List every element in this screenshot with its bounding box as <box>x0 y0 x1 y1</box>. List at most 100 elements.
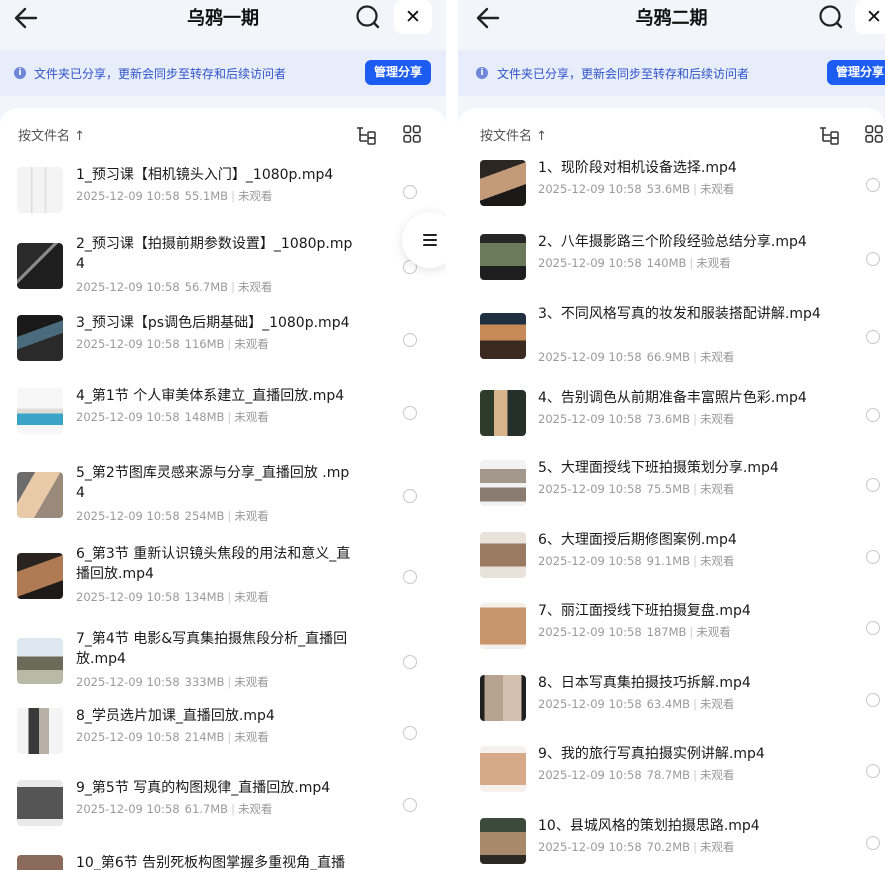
select-radio[interactable] <box>403 570 417 584</box>
select-radio[interactable] <box>866 408 880 422</box>
file-list-item[interactable]: 5_第2节图库灵感来源与分享_直播回放 .mp4 2025-12-09 10:58… <box>0 463 446 529</box>
file-list-item[interactable]: 1、现阶段对相机设备选择.mp4 2025-12-09 10:58 53.6MB | 未… <box>458 158 885 206</box>
file-size: 134MB <box>184 590 225 604</box>
file-size: 148MB <box>184 410 225 424</box>
sort-row: 按文件名 ↑ <box>0 122 446 146</box>
manage-share-button[interactable]: 管理分享 <box>827 60 885 85</box>
meta-separator: | <box>693 697 697 711</box>
grid-view-icon[interactable] <box>864 124 884 144</box>
sort-by-name-button[interactable]: 按文件名 ↑ <box>18 125 85 144</box>
file-list-item[interactable]: 3、不同风格写真的妆发和服装搭配讲解.mp4 2025-12-09 10:58 66… <box>458 304 885 370</box>
select-radio[interactable] <box>403 333 417 347</box>
video-thumbnail <box>17 167 63 213</box>
meta-separator: | <box>693 182 697 196</box>
select-radio[interactable] <box>866 550 880 564</box>
file-list-item[interactable]: 9_第5节 写真的构图规律_直播回放.mp4 2025-12-09 10:58 61… <box>0 778 446 826</box>
share-banner: i 文件夹已分享，更新会同步至转存和后续访问者 管理分享 <box>458 50 885 96</box>
file-list-item[interactable]: 6、大理面授后期修图案例.mp4 2025-12-09 10:58 91.1MB | 未… <box>458 530 885 578</box>
meta-separator: | <box>227 410 232 424</box>
file-date: 2025-12-09 10:58 <box>76 509 180 523</box>
select-radio[interactable] <box>866 764 880 778</box>
file-list-item[interactable]: 2、八年摄影路三个阶段经验总结分享.mp4 2025-12-09 10:58 140… <box>458 232 885 280</box>
file-list-item[interactable]: 3_预习课【ps调色后期基础】_1080p.mp4 2025-12-09 10:5… <box>0 313 446 361</box>
file-list-item[interactable]: 7_第4节 电影&写真集拍摄焦段分析_直播回放.mp4 2025-12-09 10… <box>0 629 446 695</box>
sort-by-name-button[interactable]: 按文件名 ↑ <box>480 125 547 144</box>
meta-separator: | <box>693 554 697 568</box>
file-meta: 2025-12-09 10:58 73.6MB | 未观看 <box>538 411 734 427</box>
close-button[interactable]: ✕ <box>855 0 885 34</box>
tree-view-icon[interactable] <box>355 124 377 146</box>
file-name: 10_第6节 告别死板构图掌握多重视角_直播 <box>76 855 346 870</box>
file-list-item[interactable]: 10、县城风格的策划拍摄思路.mp4 2025-12-09 10:58 70.2MB… <box>458 816 885 864</box>
select-radio[interactable] <box>866 178 880 192</box>
watch-status: 未观看 <box>699 554 735 568</box>
top-bar: 乌鸦二期 ✕ <box>458 0 885 48</box>
watch-status: 未观看 <box>234 337 269 351</box>
select-radio[interactable] <box>866 478 880 492</box>
menu-icon <box>423 234 437 246</box>
file-size: 78.7MB <box>646 768 691 782</box>
file-list-item[interactable]: 5、大理面授线下班拍摄策划分享.mp4 2025-12-09 10:58 75.5M… <box>458 458 885 506</box>
file-meta: 2025-12-09 10:58 78.7MB | 未观看 <box>538 767 734 783</box>
file-list-item[interactable]: 8、日本写真集拍摄技巧拆解.mp4 2025-12-09 10:58 63.4MB |… <box>458 673 885 721</box>
file-date: 2025-12-09 10:58 <box>76 730 180 744</box>
folder-panel-left: 乌鸦一期 ✕ i 文件夹已分享，更新会同步至转存和后续访问者 管理分享 按文件名… <box>0 0 446 870</box>
meta-separator: | <box>227 730 232 744</box>
file-name: 3、不同风格写真的妆发和服装搭配讲解.mp4 <box>538 306 821 322</box>
file-date: 2025-12-09 10:58 <box>538 482 642 496</box>
select-radio[interactable] <box>403 726 417 740</box>
select-radio[interactable] <box>403 185 417 199</box>
search-icon[interactable] <box>355 4 381 30</box>
file-list-item[interactable]: 8_学员选片加课_直播回放.mp4 2025-12-09 10:58 214MB | 未… <box>0 706 446 754</box>
select-radio[interactable] <box>403 655 417 669</box>
select-radio[interactable] <box>403 489 417 503</box>
file-list-item[interactable]: 6_第3节 重新认识镜头焦段的用法和意义_直播回放.mp4 2025-12-09 … <box>0 544 446 610</box>
file-list-item[interactable]: 4、告别调色从前期准备丰富照片色彩.mp4 2025-12-09 10:58 73.… <box>458 388 885 436</box>
sort-row: 按文件名 ↑ <box>458 122 885 146</box>
file-date: 2025-12-09 10:58 <box>538 350 642 364</box>
watch-status: 未观看 <box>234 590 269 604</box>
file-name: 1_预习课【相机镜头入门】_1080p.mp4 <box>76 167 334 183</box>
grid-view-icon[interactable] <box>402 124 422 144</box>
file-meta: 2025-12-09 10:58 53.6MB | 未观看 <box>538 181 734 197</box>
share-notice: 文件夹已分享，更新会同步至转存和后续访问者 <box>497 67 750 81</box>
video-thumbnail <box>17 243 63 289</box>
file-date: 2025-12-09 10:58 <box>538 840 642 854</box>
select-radio[interactable] <box>403 406 417 420</box>
watch-status: 未观看 <box>234 675 269 689</box>
file-list-item[interactable]: 9、我的旅行写真拍摄实例讲解.mp4 2025-12-09 10:58 78.7MB… <box>458 744 885 792</box>
watch-status: 未观看 <box>699 768 735 782</box>
file-list-item[interactable]: 7、丽江面授线下班拍摄复盘.mp4 2025-12-09 10:58 187MB | 未… <box>458 601 885 649</box>
file-list-item[interactable]: 2_预习课【拍摄前期参数设置】_1080p.mp4 2025-12-09 10:5… <box>0 234 446 300</box>
file-name: 5_第2节图库灵感来源与分享_直播回放 .mp4 <box>76 465 350 501</box>
search-icon[interactable] <box>818 4 844 30</box>
video-thumbnail <box>480 746 526 792</box>
file-list-item[interactable]: 1_预习课【相机镜头入门】_1080p.mp4 2025-12-09 10:58 5… <box>0 165 446 213</box>
file-meta: 2025-12-09 10:58 56.7MB | 未观看 <box>76 279 272 295</box>
file-list-item[interactable]: 10_第6节 告别死板构图掌握多重视角_直播 <box>0 853 446 870</box>
close-icon: ✕ <box>405 6 421 28</box>
file-name: 3_预习课【ps调色后期基础】_1080p.mp4 <box>76 315 350 331</box>
file-meta: 2025-12-09 10:58 91.1MB | 未观看 <box>538 553 734 569</box>
top-bar: 乌鸦一期 ✕ <box>0 0 446 48</box>
select-radio[interactable] <box>866 836 880 850</box>
video-thumbnail <box>17 472 63 518</box>
tree-view-icon[interactable] <box>818 124 840 146</box>
select-radio[interactable] <box>403 798 417 812</box>
video-thumbnail <box>17 638 63 684</box>
file-size: 56.7MB <box>184 280 229 294</box>
select-radio[interactable] <box>866 693 880 707</box>
video-thumbnail <box>480 234 526 280</box>
file-list-item[interactable]: 4_第1节 个人审美体系建立_直播回放.mp4 2025-12-09 10:58 1… <box>0 386 446 434</box>
watch-status: 未观看 <box>234 730 269 744</box>
select-radio[interactable] <box>866 330 880 344</box>
manage-share-button[interactable]: 管理分享 <box>365 60 432 85</box>
video-thumbnail <box>17 855 63 870</box>
select-radio[interactable] <box>866 621 880 635</box>
video-thumbnail <box>480 603 526 649</box>
file-size: 73.6MB <box>646 412 691 426</box>
watch-status: 未观看 <box>234 509 269 523</box>
select-radio[interactable] <box>866 252 880 266</box>
file-size: 91.1MB <box>646 554 691 568</box>
close-button[interactable]: ✕ <box>394 0 432 34</box>
